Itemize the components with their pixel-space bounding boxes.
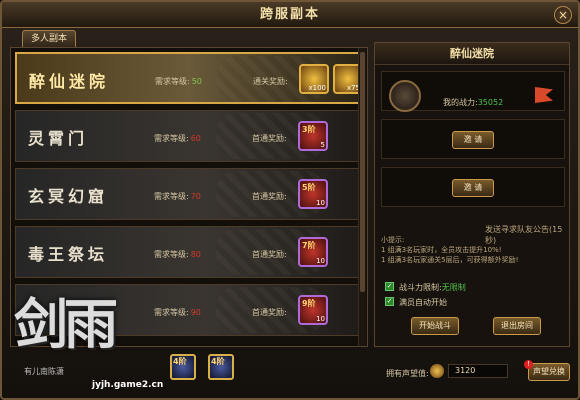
room-panel: 醉仙迷院 我的战力:35052 邀 请 邀 请 发送寻求队友公告(15秒) 小提… <box>374 42 570 347</box>
reward-item-icon[interactable]: 5阶 10 <box>298 179 328 209</box>
reward-label: 首通奖励: <box>252 250 287 259</box>
honor-exchange-button[interactable]: 声望兑换 <box>528 363 570 381</box>
close-icon[interactable]: × <box>554 6 572 24</box>
honor-value: 3120 <box>448 364 508 378</box>
invite-button[interactable]: 邀 请 <box>452 179 494 197</box>
invite-button[interactable]: 邀 请 <box>452 131 494 149</box>
auto-start-label: 满员自动开始 <box>399 298 447 307</box>
notification-badge: ! <box>524 360 533 369</box>
dungeon-name: 醉仙迷院 <box>29 72 110 91</box>
reward-label: 首通奖励: <box>252 192 287 201</box>
dungeon-list-scrollbar[interactable] <box>358 48 366 346</box>
dungeon-item[interactable]: 毒王祭坛 需求等级: 80 首通奖励: 7阶 10 <box>15 226 363 278</box>
room-title: 醉仙迷院 <box>375 43 569 65</box>
tab-multiplayer-dungeon[interactable]: 多人副本 <box>22 30 76 48</box>
tip-line: 1 组满3名玩家时，全员攻击提升10%! <box>381 246 502 254</box>
logo-site: jyjh.game2.cn <box>92 380 164 390</box>
required-level: 需求等级: 90 <box>154 308 201 317</box>
reward-item-icon[interactable]: 7阶 10 <box>298 237 328 267</box>
reward-item-icon[interactable]: 9阶 10 <box>298 295 328 325</box>
honor-medal-icon <box>430 364 444 378</box>
dungeon-name: 玄冥幻窟 <box>28 187 109 206</box>
bottom-item-icon[interactable]: 4阶 <box>208 354 234 380</box>
honor-label: 拥有声望值: <box>386 369 429 378</box>
dungeon-item[interactable]: 灵霄门 需求等级: 60 首通奖励: 3阶 5 <box>15 110 363 162</box>
reward-label: 首通奖励: <box>252 134 287 143</box>
start-battle-button[interactable]: 开始战斗 <box>411 317 459 335</box>
bottom-item-icon[interactable]: 4阶 <box>170 354 196 380</box>
dungeon-name: 毒王祭坛 <box>28 245 109 264</box>
dungeon-item[interactable]: 玄冥幻窟 需求等级: 70 首通奖励: 5阶 10 <box>15 168 363 220</box>
game-logo: 剑雨 <box>14 292 118 356</box>
power-limit-checkbox[interactable]: ✓ <box>385 282 394 291</box>
tip-heading: 小提示: <box>381 236 405 244</box>
avatar <box>389 80 421 112</box>
leave-room-button[interactable]: 退出房间 <box>493 317 541 335</box>
title-bar: 跨服副本 × <box>2 2 578 28</box>
window-title: 跨服副本 <box>259 7 320 22</box>
required-level: 需求等级: 80 <box>154 250 201 259</box>
reward-label: 通关奖励: <box>253 77 288 86</box>
reward-item-icon[interactable]: x100 <box>299 64 329 94</box>
reward-label: 首通奖励: <box>252 308 287 317</box>
logo-subtitle: 有儿南陈潇 <box>24 367 64 376</box>
auto-start-checkbox[interactable]: ✓ <box>385 297 394 306</box>
tips: 小提示: 1 组满3名玩家时，全员攻击提升10%! 1 组满3名玩家通关5层后，… <box>381 235 565 265</box>
reward-item-icon[interactable]: 3阶 5 <box>298 121 328 151</box>
required-level: 需求等级: 60 <box>154 134 201 143</box>
required-level: 需求等级: 70 <box>154 192 201 201</box>
dungeon-window: 跨服副本 × 多人副本 醉仙迷院 需求等级: 50 通关奖励: x100 x75 … <box>0 0 580 400</box>
dungeon-name: 灵霄门 <box>28 129 89 148</box>
tip-line: 1 组满3名玩家通关5层后，可获得额外奖励! <box>381 256 519 264</box>
power-limit-label: 战斗力限制:无限制 <box>399 283 466 292</box>
dungeon-item[interactable]: 醉仙迷院 需求等级: 50 通关奖励: x100 x75 <box>15 52 363 104</box>
my-power: 我的战力:35052 <box>443 98 504 107</box>
required-level: 需求等级: 50 <box>155 77 202 86</box>
scrollbar-thumb[interactable] <box>360 52 365 292</box>
